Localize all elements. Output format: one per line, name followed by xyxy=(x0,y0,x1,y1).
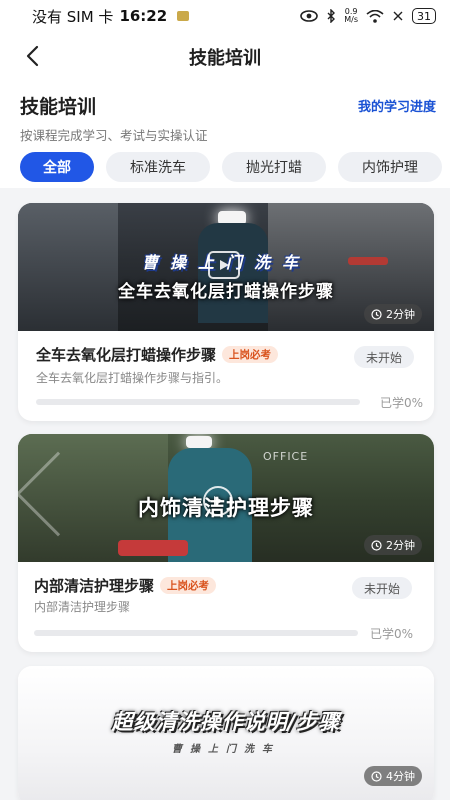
progress-percent: 已学0% xyxy=(370,627,414,641)
section-subtitle: 按课程完成学习、考试与实操认证 xyxy=(20,128,208,143)
play-icon[interactable] xyxy=(203,486,233,516)
duration-badge: 4分钟 xyxy=(364,766,422,786)
course-description: 内部清洁护理步骤 xyxy=(34,600,131,614)
page-title: 技能培训 xyxy=(189,48,261,69)
thumb-title-text: 全车去氧化层打蜡操作步骤 xyxy=(118,282,334,302)
status-left: 没有 SIM 卡 16:22 xyxy=(32,6,190,27)
course-title-text: 内部清洁护理步骤 xyxy=(34,577,155,595)
clock-icon xyxy=(371,308,382,320)
tab-interior-care[interactable]: 内饰护理 xyxy=(338,152,442,182)
duration-badge: 2分钟 xyxy=(364,535,422,555)
duration-badge: 2分钟 xyxy=(364,304,422,324)
thumb-brand-text: 曹操上门洗车 xyxy=(172,744,280,755)
course-thumbnail[interactable]: 超级清洗操作说明/步骤 曹操上门洗车 4分钟 xyxy=(18,666,434,800)
eye-icon xyxy=(300,10,319,22)
course-description: 全车去氧化层打蜡操作步骤与指引。 xyxy=(36,371,229,385)
tab-standard-wash[interactable]: 标准洗车 xyxy=(106,152,210,182)
tab-polish-wax[interactable]: 抛光打蜡 xyxy=(222,152,326,182)
duration-text: 2分钟 xyxy=(386,308,415,321)
duration-text: 4分钟 xyxy=(386,770,415,783)
header: 技能培训 按课程完成学习、考试与实操认证 我的学习进度 xyxy=(0,82,450,146)
net-speed: 0.9 M/s xyxy=(344,8,358,24)
clock-text: 16:22 xyxy=(119,7,168,25)
thumb-bg-red-towel xyxy=(118,540,188,556)
my-progress-link[interactable]: 我的学习进度 xyxy=(358,96,436,115)
course-card[interactable]: 曹操上门洗车 全车去氧化层打蜡操作步骤 2分钟 全车去氧化层打蜡操作步骤 上岗必考… xyxy=(18,203,434,421)
tab-all[interactable]: 全部 xyxy=(20,152,94,182)
nav-bar: 技能培训 xyxy=(0,32,450,82)
status-badge: 未开始 xyxy=(352,577,412,599)
signal-x-icon xyxy=(393,11,403,21)
course-card[interactable]: OFFICE 内饰清洁护理步骤 2分钟 内部清洁护理步骤 上岗必考 未开始 内部清… xyxy=(18,434,434,652)
duration-text: 2分钟 xyxy=(386,539,415,552)
thumb-bg-headlamp xyxy=(186,436,212,448)
course-title-text: 全车去氧化层打蜡操作步骤 xyxy=(36,346,217,364)
battery-level: 31 xyxy=(417,9,431,23)
thumb-title-text: 超级清洗操作说明/步骤 xyxy=(111,710,341,734)
play-icon[interactable] xyxy=(208,251,240,279)
notification-icon xyxy=(177,11,190,21)
course-thumbnail[interactable]: 曹操上门洗车 全车去氧化层打蜡操作步骤 2分钟 xyxy=(18,203,434,331)
bluetooth-icon xyxy=(327,9,336,23)
battery-indicator: 31 xyxy=(412,8,436,24)
thumb-office-sign: OFFICE xyxy=(263,450,309,463)
back-button[interactable] xyxy=(18,42,46,70)
course-title[interactable]: 内部清洁护理步骤 上岗必考 xyxy=(34,575,217,596)
wifi-icon xyxy=(366,9,384,23)
category-tabs: 全部 标准洗车 抛光打蜡 内饰护理 xyxy=(0,146,450,188)
progress-percent: 已学0% xyxy=(380,396,424,410)
progress-bar xyxy=(34,630,358,636)
course-card[interactable]: 超级清洗操作说明/步骤 曹操上门洗车 4分钟 xyxy=(18,666,434,800)
chevron-left-icon xyxy=(26,45,39,67)
required-tag: 上岗必考 xyxy=(222,346,279,363)
status-bar: 没有 SIM 卡 16:22 0.9 M/s 31 xyxy=(0,0,450,32)
clock-icon xyxy=(371,539,382,551)
required-tag: 上岗必考 xyxy=(160,577,217,594)
carrier-text: 没有 SIM 卡 xyxy=(32,7,114,26)
progress-bar xyxy=(36,399,360,405)
net-speed-unit: M/s xyxy=(344,15,358,24)
course-title[interactable]: 全车去氧化层打蜡操作步骤 上岗必考 xyxy=(36,344,279,365)
course-thumbnail[interactable]: OFFICE 内饰清洁护理步骤 2分钟 xyxy=(18,434,434,562)
clock-icon xyxy=(371,770,382,782)
status-right: 0.9 M/s 31 xyxy=(300,8,436,24)
status-badge: 未开始 xyxy=(354,346,414,368)
